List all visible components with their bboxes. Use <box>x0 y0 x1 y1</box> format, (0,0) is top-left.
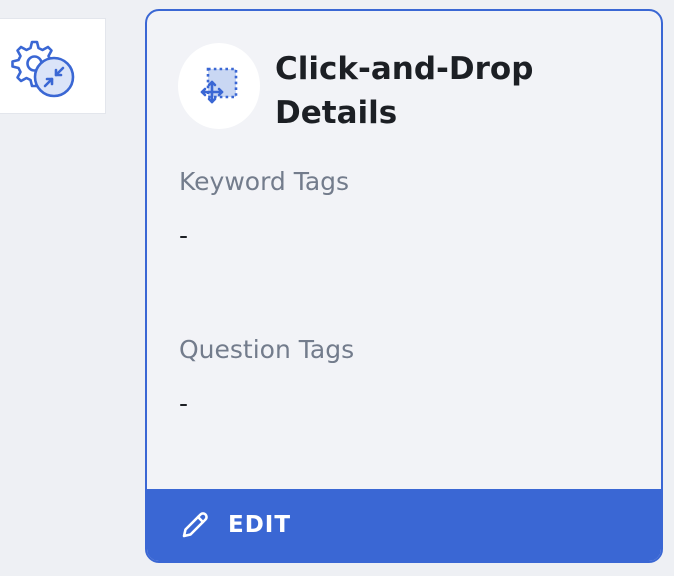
card-title: Click-and-Drop Details <box>275 51 534 131</box>
click-and-drop-details-card: Click-and-Drop Details Keyword Tags - Qu… <box>145 9 663 563</box>
page: Click-and-Drop Details Keyword Tags - Qu… <box>0 0 674 576</box>
keyword-tags-label: Keyword Tags <box>179 167 350 196</box>
keyword-tags-value: - <box>179 221 189 250</box>
edit-button[interactable]: EDIT <box>147 489 661 561</box>
card-icon-badge <box>178 43 260 129</box>
question-tags-value: - <box>179 389 189 418</box>
settings-tile[interactable] <box>0 18 106 114</box>
pencil-icon <box>182 512 208 538</box>
card-header: Click-and-Drop Details <box>178 43 575 135</box>
question-tags-field: Question Tags - <box>179 335 354 419</box>
drag-and-drop-move-icon <box>200 67 238 104</box>
edit-button-label: EDIT <box>228 512 292 538</box>
question-tags-label: Question Tags <box>179 335 355 364</box>
keyword-tags-field: Keyword Tags - <box>179 167 349 251</box>
gear-compress-icon[interactable] <box>8 37 78 99</box>
